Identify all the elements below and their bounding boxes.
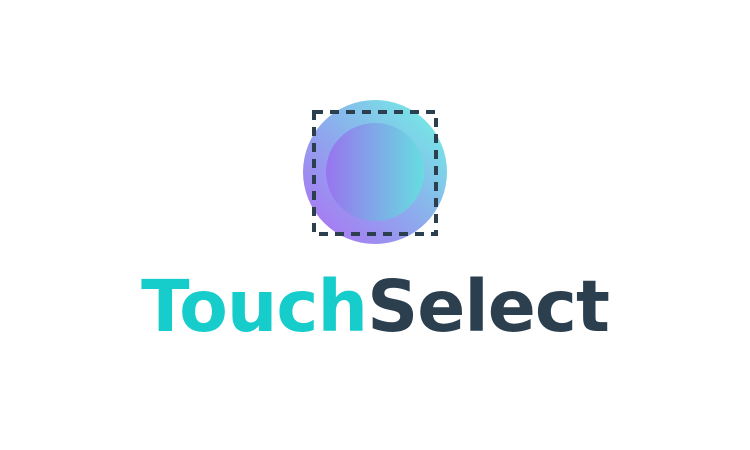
wordmark-touch: Touch (141, 265, 368, 348)
selection-circle-icon (303, 100, 447, 244)
inner-circle (326, 123, 424, 221)
brand-wordmark: TouchSelect (0, 262, 750, 352)
logo-mark (300, 98, 452, 246)
wordmark-select: Select (367, 265, 610, 348)
